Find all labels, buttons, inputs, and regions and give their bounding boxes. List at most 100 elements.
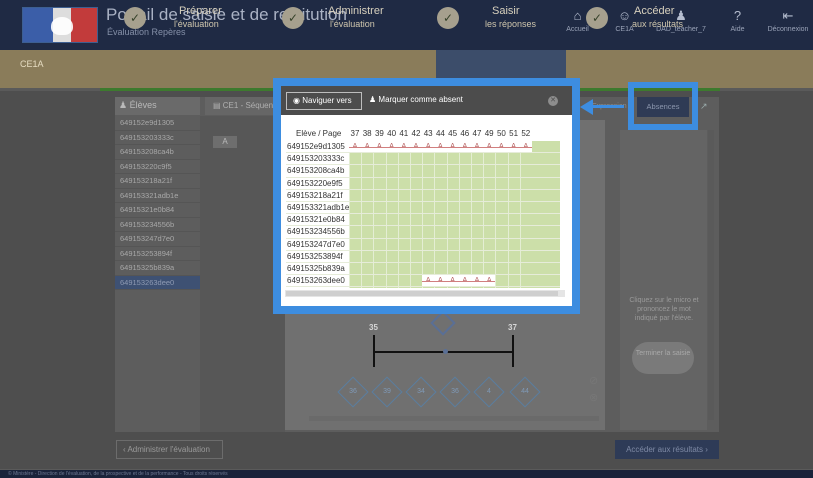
step-results[interactable]: ✓ Accéder aux résultats — [586, 4, 706, 34]
right-column — [620, 130, 707, 430]
student-row[interactable]: 649153247d7e0 — [115, 232, 200, 247]
pointer-arrow-icon — [580, 99, 593, 115]
answer-box[interactable]: A — [213, 136, 237, 148]
grid-line — [397, 141, 399, 288]
page-column-header: 47 — [472, 129, 482, 138]
student-name-cell: 649153203333c — [287, 154, 345, 164]
grid-line — [385, 141, 387, 288]
student-name-cell: 649153218a21f — [287, 190, 343, 200]
mark-absent-button[interactable]: ♟ Marquer comme absent — [369, 95, 463, 104]
tick-left — [373, 335, 375, 367]
answer-option-label: 34 — [417, 388, 425, 395]
student-row[interactable]: 649153234556b — [115, 218, 200, 232]
grid-line — [410, 141, 411, 288]
disabled-icon[interactable]: ⊘ — [589, 374, 598, 387]
eye-icon: ◉ — [293, 96, 300, 105]
republic-logo — [22, 7, 98, 43]
student-name-cell: 649153321adb1e — [287, 203, 350, 212]
student-row[interactable]: 649153253894f — [115, 247, 200, 261]
answer-option-label: 36 — [451, 388, 459, 395]
absent-strike-line — [349, 147, 532, 148]
student-name-cell: 64915325b839a — [287, 264, 345, 273]
step-prepare[interactable]: ✓ Préparer l'évaluation — [124, 4, 244, 34]
grid-line — [286, 286, 560, 288]
page-column-header: 45 — [448, 129, 458, 138]
grid-line — [458, 141, 460, 288]
student-row[interactable]: 649153220c9f5 — [115, 160, 200, 174]
answer-option-label: 36 — [349, 388, 357, 395]
student-row[interactable]: 649153321adb1e — [115, 189, 200, 203]
page-column-header: 46 — [460, 129, 470, 138]
user-icon: ♟ — [369, 95, 377, 104]
students-header: ♟ Élèves — [115, 97, 200, 115]
back-button[interactable]: ‹ Administrer l'évaluation — [116, 440, 223, 459]
student-row[interactable]: 649152e9d1305 — [115, 116, 200, 131]
expand-icon[interactable]: ↗ — [700, 101, 708, 112]
student-row[interactable]: 649153203333c — [115, 131, 200, 145]
number-left: 35 — [369, 323, 378, 332]
finish-entry-button[interactable]: Terminer la saisie — [632, 342, 694, 374]
grid-line — [519, 141, 521, 288]
nav-help[interactable]: ? Aide — [716, 0, 759, 50]
student-row[interactable]: 64915325b839a — [115, 261, 200, 276]
results-button[interactable]: Accéder aux résultats › — [615, 440, 719, 459]
grid-line — [483, 141, 485, 288]
answer-option-label: 44 — [521, 388, 529, 395]
vertical-scrollbar[interactable] — [708, 130, 714, 420]
page-column-header: 41 — [399, 129, 409, 138]
page-column-header: 42 — [411, 129, 421, 138]
student-name-cell: 649153234556b — [287, 227, 345, 237]
student-name-cell: 649153208ca4b — [287, 166, 345, 176]
grid-line — [507, 141, 509, 288]
class-label: CE1A — [20, 59, 44, 69]
student-name-cell: 649152e9d1305 — [287, 142, 345, 151]
student-name-cell: 649153220e9f5 — [287, 178, 343, 188]
tick-right — [512, 335, 514, 367]
student-row-selected[interactable]: 649153263dee0 — [115, 275, 200, 290]
page-column-header: 50 — [496, 129, 506, 138]
grid-line — [471, 141, 472, 288]
student-row[interactable]: 64915321e0b84 — [115, 203, 200, 218]
number-right: 37 — [508, 323, 517, 332]
student-name-cell: 64915321e0b84 — [287, 215, 345, 225]
grid-corner-label: Elève / Page — [296, 129, 342, 138]
nav-logout[interactable]: ⇤ Déconnexion — [763, 0, 813, 50]
check-icon: ✓ — [282, 7, 304, 29]
page-column-header: 39 — [374, 129, 384, 138]
answer-option-label: 4 — [487, 388, 491, 395]
step-enter[interactable]: ✓ Saisir les réponses — [437, 4, 557, 34]
pointer-arrow-line — [592, 105, 624, 108]
absent-strike-line — [422, 281, 496, 283]
navigate-to-button[interactable]: ◉ Naviguer vers — [286, 92, 362, 110]
page-column-header: 40 — [387, 129, 397, 138]
horizontal-scrollbar[interactable] — [309, 416, 599, 421]
grid-line — [495, 141, 497, 288]
modal-scrollbar-thumb[interactable] — [286, 291, 558, 296]
absences-highlight — [628, 82, 698, 130]
page-column-header: 37 — [350, 129, 360, 138]
student-name-cell: 649153263dee0 — [287, 276, 345, 286]
clear-icon[interactable]: ⊗ — [589, 391, 598, 404]
check-icon: ✓ — [437, 7, 459, 29]
grid-line — [361, 141, 363, 288]
grid-line — [349, 141, 350, 288]
grid-fill — [349, 141, 560, 288]
page-column-header: 43 — [423, 129, 433, 138]
grid-line — [446, 141, 448, 288]
check-icon: ✓ — [124, 7, 146, 29]
page-column-header: 38 — [362, 129, 372, 138]
page-footer: © Ministère - Direction de l'évaluation,… — [0, 470, 813, 478]
check-icon: ✓ — [586, 7, 608, 29]
student-name-cell: 649153247d7e0 — [287, 239, 345, 249]
student-row[interactable]: 649153208ca4b — [115, 145, 200, 160]
close-icon[interactable]: ✕ — [548, 96, 558, 106]
step-administer[interactable]: ✓ Administrer l'évaluation — [282, 4, 402, 34]
midpoint-dot — [443, 349, 448, 354]
answer-option-label: 39 — [383, 388, 391, 395]
instruction-note: Cliquez sur le micro et prononcez le mot… — [629, 297, 699, 322]
student-row[interactable]: 649153218a21f — [115, 174, 200, 189]
page-column-header: 44 — [435, 129, 445, 138]
student-list: 649152e9d1305 649153203333c 649153208ca4… — [115, 116, 200, 290]
help-icon: ? — [733, 8, 742, 23]
page-column-header: 51 — [509, 129, 519, 138]
